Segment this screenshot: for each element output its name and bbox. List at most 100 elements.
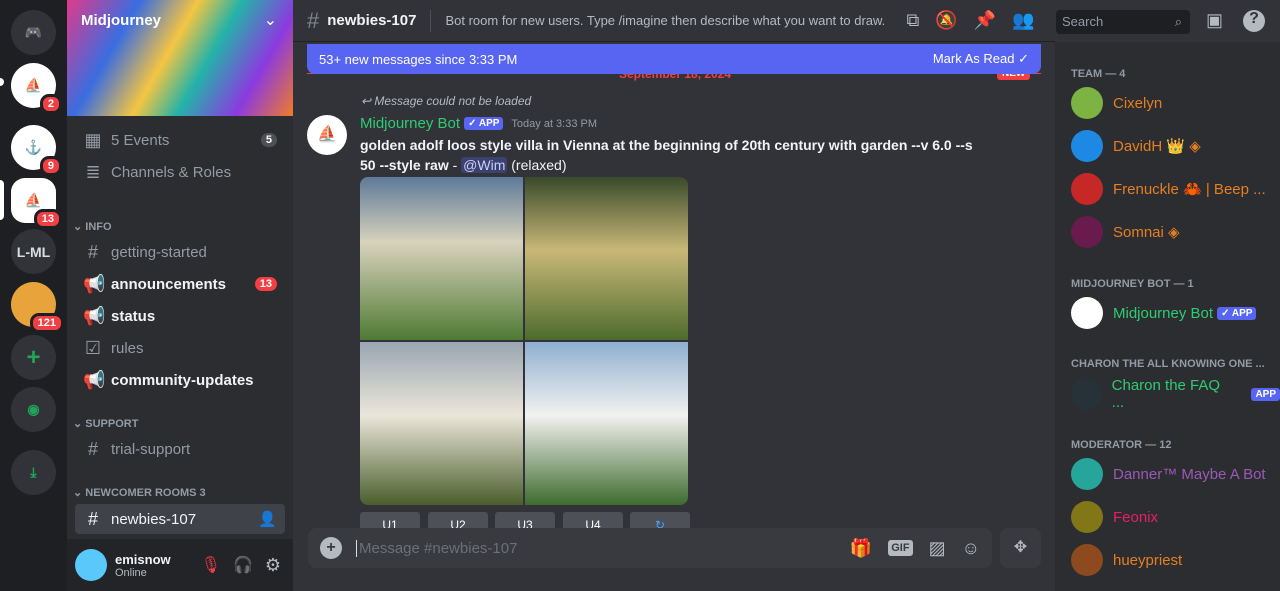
group-header: MODERATOR — 12: [1071, 439, 1172, 451]
emoji-icon[interactable]: ☺: [962, 538, 980, 559]
events-count: 5: [260, 133, 277, 147]
channel-trial-support[interactable]: # trial-support: [75, 434, 285, 464]
server-icon[interactable]: ⚓ 9: [11, 125, 62, 176]
user-mention[interactable]: @Wim: [461, 157, 508, 173]
headphones-icon[interactable]: 🎧: [233, 555, 253, 575]
rules-icon: ☑: [84, 337, 102, 358]
user-status: Online: [115, 566, 147, 579]
server-banner[interactable]: Midjourney ⌄: [67, 0, 293, 116]
discord-home-button[interactable]: 🎮: [11, 10, 56, 55]
channel-topic[interactable]: Bot room for new users. Type /imagine th…: [445, 13, 890, 28]
search-input[interactable]: Search ⌕: [1056, 10, 1190, 34]
member-list: TEAM — 4 Cixelyn DavidH 👑 ◈ Frenuckle 🦀 …: [1055, 42, 1280, 591]
server-badge: 2: [39, 94, 62, 114]
server-icon[interactable]: 121: [11, 282, 64, 333]
mention-badge: 13: [254, 277, 277, 291]
message-header: Midjourney Bot ✓ APP Today at 3:33 PM: [360, 115, 597, 132]
events-item[interactable]: ▦ 5 Events 5: [75, 125, 285, 155]
image-grid[interactable]: [360, 177, 688, 505]
apps-icon[interactable]: ✥: [1000, 528, 1041, 568]
generated-image-4: [525, 342, 688, 505]
mark-read-icon: ✓: [1018, 51, 1029, 66]
events-label: 5 Events: [111, 131, 170, 149]
member-item[interactable]: Feonix: [1071, 501, 1158, 533]
megaphone-icon: 📢: [83, 273, 106, 294]
group-header: CHARON THE ALL KNOWING ONE ...: [1071, 358, 1265, 370]
channel-header: # newbies-107 Bot room for new users. Ty…: [293, 0, 1055, 42]
server-badge: 121: [29, 313, 64, 333]
server-icon[interactable]: ⛵ 2: [11, 63, 62, 114]
help-icon[interactable]: ?: [1243, 10, 1265, 32]
generated-image-1: [360, 177, 523, 340]
member-item[interactable]: Charon the FAQ ... APP: [1071, 377, 1280, 411]
channel-status[interactable]: 📢 status: [75, 301, 285, 331]
server-icon[interactable]: L-ML: [11, 229, 56, 274]
discover-icon[interactable]: ◉: [11, 387, 56, 432]
avatar[interactable]: [75, 549, 107, 581]
chat-area: # newbies-107 Bot room for new users. Ty…: [293, 0, 1265, 591]
generated-image-2: [525, 177, 688, 340]
mode-text: (relaxed): [507, 157, 567, 173]
category-newcomer[interactable]: ⌄ NEWCOMER ROOMS 3: [73, 486, 206, 499]
channel-sidebar: Midjourney ⌄ ▦ 5 Events 5 ≣ Channels & Roles…: [67, 0, 293, 591]
bot-avatar[interactable]: ⛵: [307, 115, 347, 155]
app-badge: ✓ APP: [464, 117, 504, 130]
members-icon[interactable]: 👥: [1012, 10, 1034, 31]
add-server-icon[interactable]: +: [11, 335, 56, 380]
reply-preview[interactable]: ↩ Message could not be loaded: [361, 94, 531, 108]
member-item[interactable]: hueypriest: [1071, 544, 1182, 576]
add-attachment-icon[interactable]: +: [320, 537, 342, 559]
download-icon[interactable]: ⤓: [11, 450, 56, 495]
message-input[interactable]: Message #newbies-107: [356, 539, 834, 557]
roles-label: Channels & Roles: [111, 163, 232, 181]
server-badge: 9: [39, 156, 62, 176]
gift-icon[interactable]: 🎁: [850, 538, 872, 559]
user-panel: emisnow Online 🎙 🎧 ⚙: [67, 539, 293, 591]
member-item[interactable]: Midjourney Bot ✓ APP: [1071, 297, 1257, 329]
server-icon[interactable]: ⛵ 13: [11, 178, 62, 229]
author-name[interactable]: Midjourney Bot: [360, 115, 460, 132]
channel-announcements[interactable]: 📢 announcements 13: [75, 269, 285, 299]
group-header: TEAM — 4: [1071, 68, 1126, 80]
member-item[interactable]: Cixelyn: [1071, 87, 1162, 119]
server-badge: 13: [33, 209, 62, 229]
list-icon: ≣: [85, 161, 101, 182]
notifications-muted-icon[interactable]: 🔕: [935, 10, 957, 31]
channel-newbies-107[interactable]: # newbies-107 👤: [75, 504, 285, 534]
channels-roles-item[interactable]: ≣ Channels & Roles: [75, 157, 285, 187]
inbox-icon[interactable]: ▣: [1206, 10, 1223, 31]
channel-name: newbies-107: [327, 12, 417, 29]
search-icon: ⌕: [1174, 14, 1182, 29]
username: emisnow: [115, 551, 171, 567]
member-item[interactable]: Danner™ Maybe A Bot: [1071, 458, 1266, 490]
new-messages-bar[interactable]: 53+ new messages since 3:33 PM Mark As Re…: [307, 44, 1041, 74]
channel-community-updates[interactable]: 📢 community-updates: [75, 365, 285, 395]
generated-image-3: [360, 342, 523, 505]
member-item[interactable]: DavidH 👑 ◈: [1071, 130, 1201, 162]
channel-getting-started[interactable]: # getting-started: [75, 237, 285, 267]
megaphone-icon: 📢: [83, 305, 106, 326]
mark-as-read-button[interactable]: Mark As Read: [933, 51, 1015, 66]
megaphone-icon: 📢: [83, 369, 106, 390]
member-item[interactable]: Frenuckle 🦀 | Beep ...: [1071, 173, 1266, 205]
gif-icon[interactable]: GIF: [888, 540, 913, 556]
category-info[interactable]: ⌄ INFO: [73, 220, 112, 233]
message-content: golden adolf loos style villa in Vienna …: [360, 137, 973, 173]
selected-pill: [0, 180, 4, 220]
server-rail: 🎮 ⛵ 2 ⚓ 9 ⛵ 13 L-ML 121 + ◉ ⤓: [0, 0, 67, 591]
calendar-icon: ▦: [84, 129, 102, 150]
channel-rules[interactable]: ☑ rules: [75, 333, 285, 363]
group-header: MIDJOURNEY BOT — 1: [1071, 278, 1194, 290]
mic-muted-icon[interactable]: 🎙: [201, 555, 221, 575]
invite-icon: 👤: [258, 511, 277, 528]
member-item[interactable]: Somnai ◈: [1071, 216, 1180, 248]
category-support[interactable]: ⌄ SUPPORT: [73, 417, 138, 430]
chevron-down-icon[interactable]: ⌄: [264, 10, 277, 30]
gear-icon[interactable]: ⚙: [265, 555, 281, 576]
server-name: Midjourney: [81, 12, 162, 29]
sticker-icon[interactable]: ▨: [929, 538, 946, 559]
unread-pill: [0, 78, 4, 86]
threads-icon[interactable]: ⧉: [906, 10, 919, 31]
message-composer: + Message #newbies-107 🎁 GIF ▨ ☺: [308, 528, 992, 568]
pin-icon[interactable]: 📌: [974, 10, 996, 31]
